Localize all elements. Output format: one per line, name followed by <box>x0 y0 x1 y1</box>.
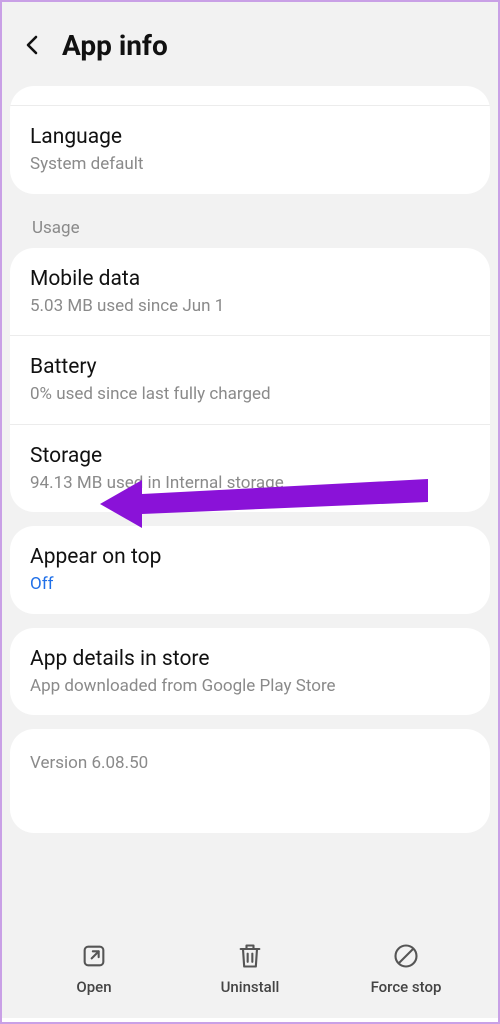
trash-icon <box>236 942 264 970</box>
row-truncated[interactable] <box>10 86 490 106</box>
uninstall-button[interactable]: Uninstall <box>173 942 327 996</box>
row-language[interactable]: Language System default <box>10 106 490 194</box>
row-mobile-data-sub: 5.03 MB used since Jun 1 <box>30 296 470 317</box>
section-label-usage: Usage <box>10 208 490 248</box>
header: App info <box>10 10 490 86</box>
open-button[interactable]: Open <box>17 942 171 996</box>
row-language-sub: System default <box>30 154 470 175</box>
card-appear-on-top: Appear on top Off <box>10 526 490 614</box>
row-storage-sub: 94.13 MB used in Internal storage <box>30 473 470 494</box>
row-store-title: App details in store <box>30 646 470 672</box>
force-stop-button[interactable]: Force stop <box>329 942 483 996</box>
row-battery-title: Battery <box>30 354 470 380</box>
open-icon <box>80 942 108 970</box>
card-version: Version 6.08.50 <box>10 729 490 833</box>
row-appear-on-top-sub: Off <box>30 574 470 595</box>
row-mobile-data[interactable]: Mobile data 5.03 MB used since Jun 1 <box>10 248 490 336</box>
open-label: Open <box>76 978 111 996</box>
row-store-sub: App downloaded from Google Play Store <box>30 676 470 697</box>
version-text: Version 6.08.50 <box>30 753 148 773</box>
row-appear-on-top[interactable]: Appear on top Off <box>10 526 490 614</box>
row-language-title: Language <box>30 124 470 150</box>
uninstall-label: Uninstall <box>221 978 280 996</box>
back-icon <box>21 33 45 57</box>
back-button[interactable] <box>16 28 50 62</box>
row-storage[interactable]: Storage 94.13 MB used in Internal storag… <box>10 424 490 513</box>
forbid-icon <box>392 942 420 970</box>
row-battery-sub: 0% used since last fully charged <box>30 384 470 405</box>
content-scroll[interactable]: Language System default Usage Mobile dat… <box>10 86 490 928</box>
force-stop-label: Force stop <box>371 978 442 996</box>
row-battery[interactable]: Battery 0% used since last fully charged <box>10 335 490 424</box>
row-appear-on-top-title: Appear on top <box>30 544 470 570</box>
row-storage-title: Storage <box>30 443 470 469</box>
page-title: App info <box>62 29 168 62</box>
row-app-details-in-store[interactable]: App details in store App downloaded from… <box>10 628 490 716</box>
bottom-bar: Open Uninstall Force stop <box>10 928 490 1010</box>
card-default: Language System default <box>10 86 490 194</box>
card-usage: Mobile data 5.03 MB used since Jun 1 Bat… <box>10 248 490 513</box>
card-store-details: App details in store App downloaded from… <box>10 628 490 716</box>
row-mobile-data-title: Mobile data <box>30 266 470 292</box>
